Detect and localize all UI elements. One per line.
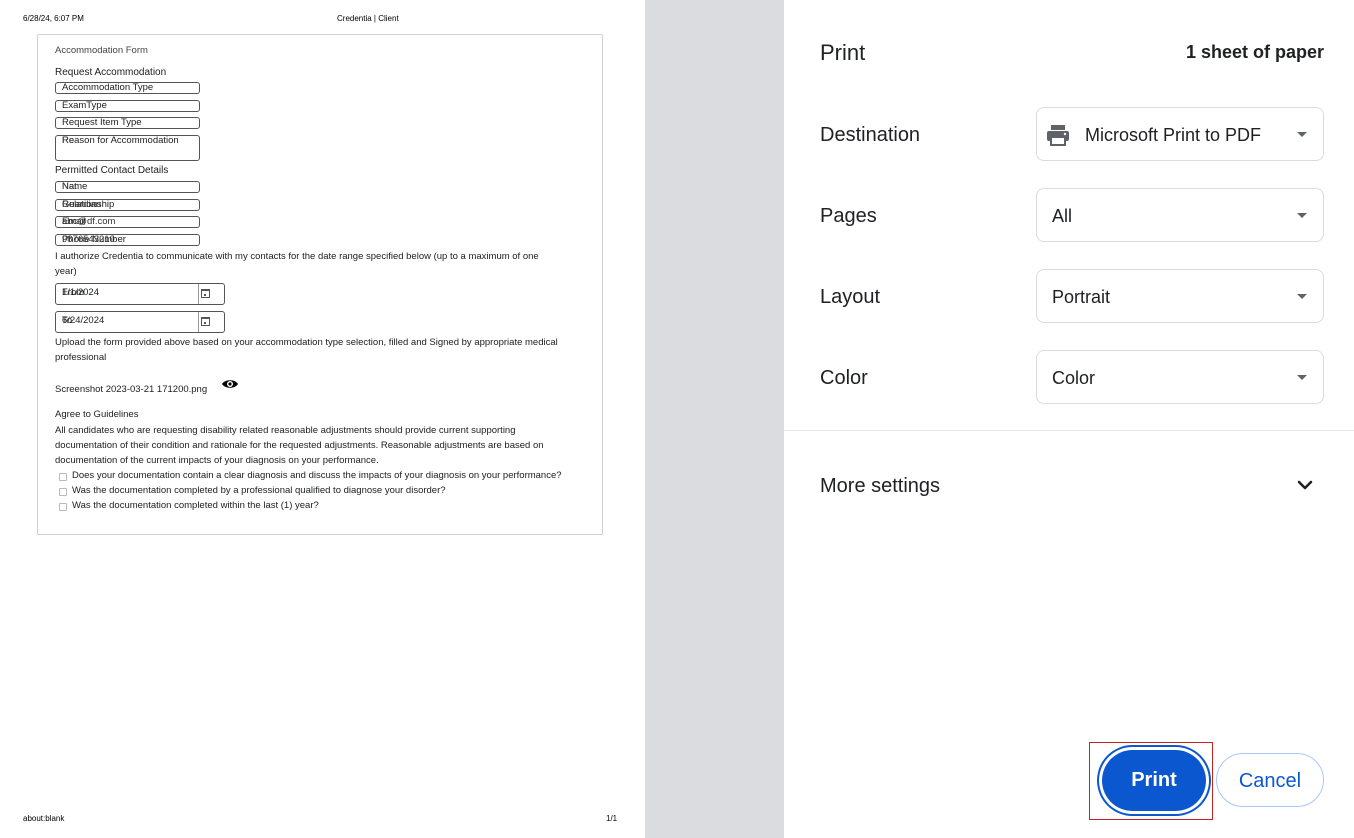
guidelines-heading: Agree to Guidelines <box>55 409 139 420</box>
color-label: Color <box>820 367 868 389</box>
contact-email-field: Email abc@df.com <box>55 216 200 228</box>
pages-select[interactable]: All <box>1036 188 1324 242</box>
print-settings-panel: Print 1 sheet of paper Destination Micro… <box>784 0 1354 838</box>
destination-label: Destination <box>820 124 921 146</box>
authorize-text: I authorize Credentia to communicate wit… <box>55 251 539 262</box>
guidelines-text: All candidates who are requesting disabi… <box>55 425 516 436</box>
authorize-text-cont: year) <box>55 266 77 277</box>
upload-instructions: Upload the form provided above based on … <box>55 337 558 348</box>
from-date-field: From 1/1/2024 <box>55 283 225 305</box>
upload-instructions-cont: professional <box>55 352 107 363</box>
request-section-heading: Request Accommodation <box>55 67 167 78</box>
guideline-check-label: Was the documentation completed within t… <box>72 500 319 511</box>
uploaded-file-name: Screenshot 2023-03-21 171200.png <box>55 384 208 395</box>
chevron-down-icon[interactable] <box>1297 479 1313 491</box>
guideline-check-label: Was the documentation completed by a pro… <box>72 485 446 496</box>
chevron-down-icon <box>1297 294 1307 299</box>
page-header-datetime: 6/28/24, 6:07 PM <box>23 14 84 23</box>
preview-scroll-area <box>645 0 784 838</box>
page-footer-url: about:blank <box>23 814 65 823</box>
contacts-section-heading: Permitted Contact Details <box>55 165 169 176</box>
print-preview-page: 6/28/24, 6:07 PM Credentia | Client Acco… <box>0 0 645 838</box>
accommodation-type-field: Accommodation Type <box>55 82 200 94</box>
guidelines-text: documentation of their condition and rat… <box>55 440 544 451</box>
request-item-type-field: Request Item Type <box>55 117 200 129</box>
chevron-down-icon <box>1297 132 1307 137</box>
guideline-checkbox <box>59 503 67 511</box>
contact-relationship-field: Relationship Guardian <box>55 199 200 211</box>
guideline-checkbox <box>59 488 67 496</box>
panel-divider <box>784 430 1354 431</box>
to-date-field: To 6/24/2024 <box>55 311 225 333</box>
exam-type-field: ExamType <box>55 100 200 112</box>
color-select[interactable]: Color <box>1036 350 1324 404</box>
layout-select[interactable]: Portrait <box>1036 269 1324 323</box>
more-settings-toggle[interactable]: More settings <box>820 475 940 498</box>
page-header-title: Credentia | Client <box>337 14 399 23</box>
calendar-icon <box>201 289 210 298</box>
print-button[interactable]: Print <box>1099 747 1209 814</box>
chevron-down-icon <box>1297 213 1307 218</box>
pages-label: Pages <box>820 205 877 227</box>
reason-for-accommodation-field: Reason for Accommodation Re <box>55 135 200 161</box>
guideline-check-label: Does your documentation contain a clear … <box>72 470 562 481</box>
chevron-down-icon <box>1297 375 1307 380</box>
sheet-count: 1 sheet of paper <box>1185 42 1324 62</box>
page-footer-count: 1/1 <box>606 814 618 823</box>
layout-label: Layout <box>820 286 881 308</box>
guideline-checkbox <box>59 473 67 481</box>
panel-title: Print <box>820 40 866 65</box>
eye-icon <box>222 380 238 388</box>
calendar-icon <box>201 317 210 326</box>
printer-icon <box>1047 125 1069 146</box>
guidelines-text: documentation of the current impacts of … <box>55 455 379 466</box>
contact-name-field: Name Nat <box>55 181 200 193</box>
cancel-button[interactable]: Cancel <box>1216 753 1324 807</box>
form-title: Accommodation Form <box>55 45 148 56</box>
contact-phone-field: Phone Number 9876543210 <box>55 234 200 246</box>
destination-select[interactable]: Microsoft Print to PDF <box>1036 107 1324 161</box>
